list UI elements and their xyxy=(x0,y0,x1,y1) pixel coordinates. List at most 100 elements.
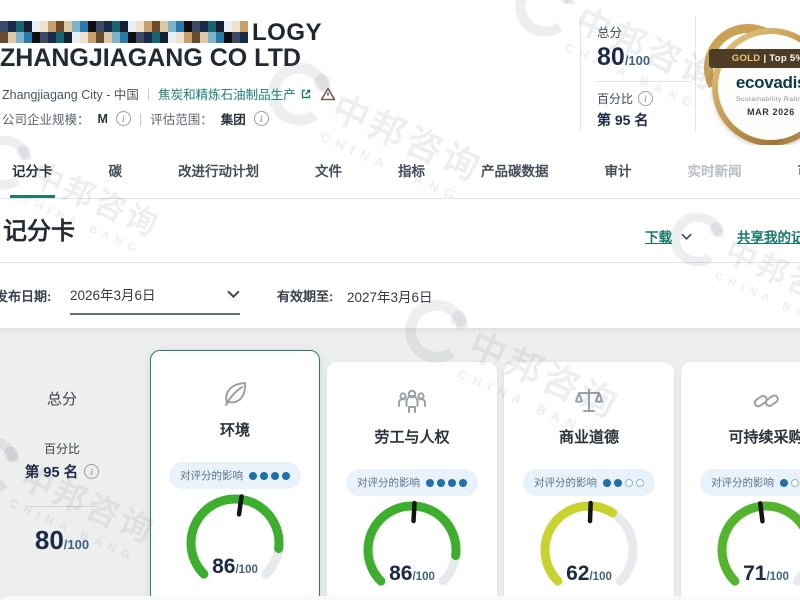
total-score-value: 80 xyxy=(597,43,625,71)
impact-dots xyxy=(603,479,644,487)
redacted-pixel xyxy=(192,32,200,43)
theme-gauge: 86/100 xyxy=(170,493,300,585)
redacted-pixel xyxy=(168,21,176,32)
redacted-pixel xyxy=(104,21,112,32)
redacted-pixel xyxy=(64,32,72,43)
download-button[interactable]: 下载 xyxy=(645,226,692,246)
redacted-pixel xyxy=(184,21,192,32)
redacted-pixel xyxy=(56,32,64,43)
summary-percentile-label: 百分比 xyxy=(8,440,116,457)
valid-until-value: 2027年3月6日 xyxy=(347,286,433,306)
theme-score: 86 xyxy=(212,555,235,578)
redacted-pixel xyxy=(96,21,104,32)
info-icon[interactable]: i xyxy=(638,91,653,106)
theme-score: 71 xyxy=(743,562,766,585)
redacted-pixel xyxy=(200,32,208,43)
gauge-marker xyxy=(590,503,591,521)
theme-title: 环境 xyxy=(151,419,319,440)
theme-card-environment[interactable]: 环境 对评分的影响 86/100 xyxy=(150,350,320,600)
page-title: 记分卡 xyxy=(3,211,75,246)
redacted-pixel xyxy=(224,21,232,32)
industry-link[interactable]: 焦炭和精炼石油制品生产 xyxy=(158,84,312,103)
gauge-marker xyxy=(760,503,762,521)
impact-label: 对评分的影响 xyxy=(711,475,774,490)
redacted-pixel xyxy=(112,32,120,43)
info-icon[interactable]: i xyxy=(116,111,131,126)
redacted-pixel xyxy=(96,32,104,43)
theme-title: 可持续采购 xyxy=(681,426,800,447)
impact-dot-filled xyxy=(780,479,788,487)
redacted-pixel xyxy=(216,21,224,32)
impact-dot-filled xyxy=(448,479,456,487)
scorecard-page: LOGY ZHANGJIAGANG CO LTD Zhangjiagang Ci… xyxy=(0,0,800,600)
tab-documents[interactable]: 文件 xyxy=(313,145,344,198)
ecovadis-medal: GOLD| Top 5% ecovadis Sustainability Rat… xyxy=(712,28,800,146)
overall-summary: 总分 百分比 第 95 名 i 80/100 xyxy=(8,330,116,556)
redacted-pixel xyxy=(184,32,192,43)
company-location: Zhangjiagang City - 中国 xyxy=(2,84,139,103)
impact-pill: 对评分的影响 xyxy=(700,469,800,496)
next-section-edge xyxy=(0,596,800,600)
redacted-pixel xyxy=(152,21,160,32)
redacted-pixel xyxy=(136,21,144,32)
impact-dots xyxy=(426,479,467,487)
redacted-company-name xyxy=(0,21,248,43)
redacted-pixel xyxy=(168,32,176,43)
redacted-pixel xyxy=(112,21,120,32)
medal-tier: GOLD| Top 5% xyxy=(709,49,800,68)
theme-card-labor-human-rights[interactable]: 劳工与人权 对评分的影响 86/100 xyxy=(327,362,497,600)
tab-sustainable-development[interactable]: 可持续发展 xyxy=(796,145,800,198)
redacted-pixel xyxy=(240,32,248,43)
warning-icon[interactable] xyxy=(320,87,336,101)
tab-scorecard[interactable]: 记分卡 xyxy=(10,145,55,198)
redacted-pixel xyxy=(120,21,128,32)
redacted-pixel xyxy=(16,32,24,43)
theme-title: 劳工与人权 xyxy=(327,426,497,447)
gauge-marker xyxy=(239,496,242,514)
info-icon[interactable]: i xyxy=(254,111,269,126)
redacted-pixel xyxy=(88,32,96,43)
redacted-pixel xyxy=(0,21,8,32)
tab-indicators[interactable]: 指标 xyxy=(396,145,427,198)
valid-until-label: 有效期至: xyxy=(277,286,333,305)
impact-dot-filled xyxy=(282,472,290,480)
tab-carbon[interactable]: 碳 xyxy=(107,145,125,198)
theme-card-sustainable-procurement[interactable]: 可持续采购 对评分的影响 71/100 xyxy=(681,362,800,600)
redacted-pixel xyxy=(208,21,216,32)
people-icon xyxy=(395,384,429,418)
redacted-pixel xyxy=(8,21,16,32)
tab-improvement-plan[interactable]: 改进行动计划 xyxy=(176,145,261,198)
share-scorecard-link[interactable]: 共享我的记分卡 xyxy=(737,226,800,246)
tab-audit[interactable]: 审计 xyxy=(603,145,634,198)
info-icon[interactable]: i xyxy=(84,464,99,479)
redacted-pixel xyxy=(232,32,240,43)
summary-score-value: 80 xyxy=(35,525,64,555)
redacted-pixel xyxy=(144,21,152,32)
nav-tabbar: 记分卡 碳改进行动计划文件指标产品碳数据审计实时新闻 可持续发展 xyxy=(0,145,800,199)
tab-live-news: 实时新闻 xyxy=(686,145,744,198)
impact-pill: 对评分的影响 xyxy=(523,469,655,496)
redacted-pixel xyxy=(24,21,32,32)
summary-score-label: 总分 xyxy=(8,388,116,409)
redacted-pixel xyxy=(176,21,184,32)
impact-dot-empty xyxy=(636,479,644,487)
redacted-pixel xyxy=(48,21,56,32)
total-score-box: 总分 80/100 百分比 i 第 95 名 xyxy=(580,16,696,132)
theme-card-business-ethics[interactable]: 商业道德 对评分的影响 62/100 xyxy=(504,362,674,600)
redacted-pixel xyxy=(24,32,32,43)
divider: | xyxy=(147,87,150,101)
impact-label: 对评分的影响 xyxy=(357,475,420,490)
redacted-pixel xyxy=(16,21,24,32)
medal-date: MAR 2026 xyxy=(712,107,800,117)
theme-score: 62 xyxy=(566,562,589,585)
redacted-pixel xyxy=(104,32,112,43)
company-name-suffix: LOGY xyxy=(252,19,322,47)
publish-date-select[interactable]: 2026年3月6日 xyxy=(70,284,240,315)
total-score-label: 总分 xyxy=(597,22,695,41)
tab-product-carbon-data[interactable]: 产品碳数据 xyxy=(479,145,551,198)
percentile-value: 第 95 名 xyxy=(597,110,695,130)
publish-date-value: 2026年3月6日 xyxy=(70,284,156,304)
redacted-pixel xyxy=(176,32,184,43)
divider xyxy=(27,506,97,507)
date-filter-row: 发布日期: 2026年3月6日 有效期至: 2027年3月6日 xyxy=(0,263,800,328)
